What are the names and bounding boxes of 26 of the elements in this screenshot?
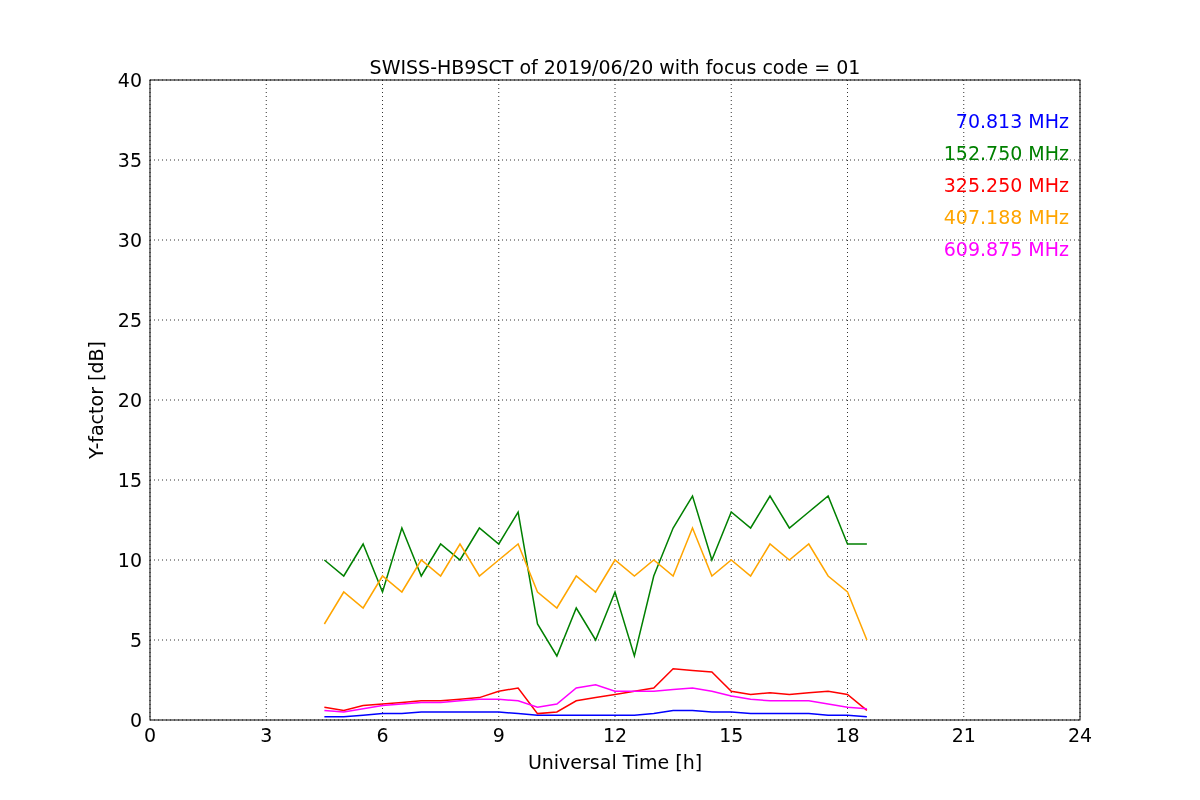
y-tick-label: 35 <box>117 149 142 171</box>
x-tick-label: 12 <box>602 724 628 746</box>
legend-label: 70.813 MHz <box>955 110 1069 132</box>
chart-title: SWISS-HB9SCT of 2019/06/20 with focus code = 01 <box>369 56 861 78</box>
x-tick-label: 15 <box>719 724 744 746</box>
x-tick-label: 0 <box>143 724 157 746</box>
legend-label: 152.750 MHz <box>943 142 1069 164</box>
x-axis-label: Universal Time [h] <box>527 751 703 773</box>
legend-label: 407.188 MHz <box>943 206 1069 228</box>
x-tick-label: 24 <box>1067 724 1093 746</box>
x-tick-label: 21 <box>951 724 976 746</box>
y-axis-label: Y-factor [dB] <box>85 341 107 459</box>
y-tick-label: 0 <box>129 709 142 731</box>
y-tick-label: 40 <box>117 69 142 91</box>
legend-label: 609.875 MHz <box>943 238 1069 260</box>
x-tick-label: 18 <box>835 724 860 746</box>
y-tick-label: 30 <box>117 229 142 251</box>
y-tick-label: 10 <box>117 549 142 571</box>
y-tick-label: 15 <box>117 469 142 491</box>
legend-label: 325.250 MHz <box>943 174 1069 196</box>
y-tick-label: 5 <box>129 629 142 651</box>
y-tick-label: 25 <box>117 309 142 331</box>
y-tick-label: 20 <box>117 389 142 411</box>
x-tick-label: 6 <box>376 724 389 746</box>
x-tick-label: 9 <box>492 724 505 746</box>
x-tick-label: 3 <box>260 724 273 746</box>
